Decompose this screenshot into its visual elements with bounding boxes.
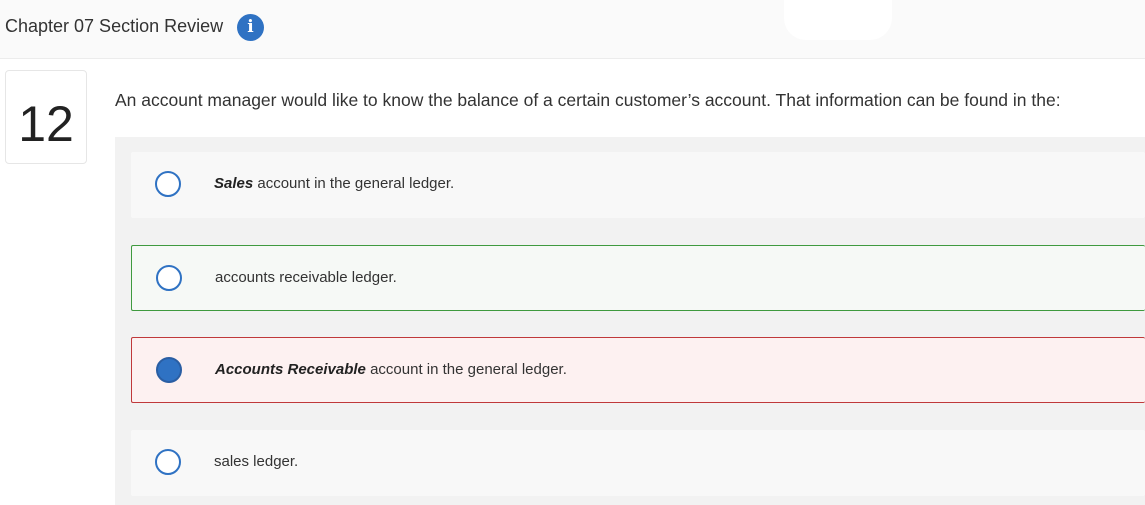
choice-label: Sales account in the general ledger. <box>214 175 454 192</box>
choice-label: sales ledger. <box>214 453 298 470</box>
choice-text: account in the general ledger. <box>253 175 455 192</box>
choice-text: account in the general ledger. <box>365 361 567 378</box>
header-decoration <box>784 0 892 40</box>
choice-emphasis: Sales <box>214 175 254 192</box>
choice-emphasis: Accounts Receivable <box>215 361 366 378</box>
radio-button-selected[interactable] <box>156 357 182 383</box>
info-icon[interactable]: i <box>237 14 264 41</box>
header: Chapter 07 Section Review i <box>0 0 1145 59</box>
choice-option-1[interactable]: Sales account in the general ledger. <box>131 152 1145 218</box>
choice-label: accounts receivable ledger. <box>215 269 397 286</box>
choice-option-4[interactable]: sales ledger. <box>131 430 1145 496</box>
question-prompt: An account manager would like to know th… <box>115 90 1061 110</box>
question-number: 12 <box>18 96 74 152</box>
page-title: Chapter 07 Section Review <box>5 16 224 36</box>
choice-option-3[interactable]: Accounts Receivable account in the gener… <box>131 337 1145 403</box>
radio-button[interactable] <box>156 265 182 291</box>
question-number-box: 12 <box>5 70 87 164</box>
radio-button[interactable] <box>155 171 181 197</box>
choice-option-2[interactable]: accounts receivable ledger. <box>131 245 1145 311</box>
choice-text: accounts receivable ledger. <box>215 269 397 286</box>
radio-button[interactable] <box>155 449 181 475</box>
choice-label: Accounts Receivable account in the gener… <box>215 361 567 378</box>
choice-text: sales ledger. <box>214 453 299 470</box>
